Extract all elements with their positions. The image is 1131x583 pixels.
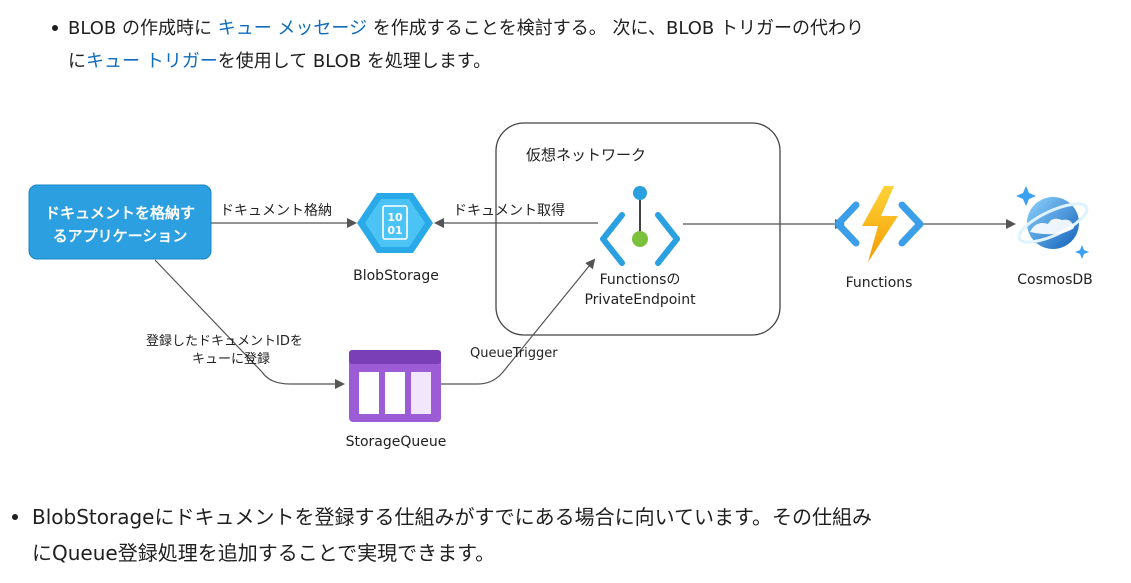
private-endpoint-icon [600,186,680,266]
cosmos-db-icon [1016,186,1089,259]
svg-text:10: 10 [387,211,403,224]
edge-register-label-1: 登録したドキュメントIDを [146,334,303,349]
edge-queue-trigger-label: QueueTrigger [470,346,558,361]
edge-store-label: ドキュメント格納 [220,203,332,219]
app-label-line2: るアプリケーション [53,227,188,245]
edge-fetch-label: ドキュメント取得 [453,202,565,219]
svg-text:01: 01 [387,224,402,237]
vnet-label: 仮想ネットワーク [526,146,646,164]
endpoint-label-line2: PrivateEndpoint [584,292,696,308]
storage-queue-icon [349,350,441,422]
azure-functions-icon [834,186,924,262]
endpoint-label-line1: Functionsの [600,272,681,288]
functions-label: Functions [846,275,913,291]
app-label-line1: ドキュメントを格納す [45,204,195,222]
blob-storage-label: BlobStorage [353,268,439,284]
architecture-diagram: 仮想ネットワーク ドキュメントを格納す るアプリケーション ドキュメント格納 ド… [28,122,1093,450]
storage-queue-label: StorageQueue [346,434,447,450]
edge-register-label-2: キューに登録 [192,352,270,367]
bottom-bullet-dot [12,514,18,520]
bottom-line-1: BlobStorageにドキュメントを登録する仕組みがすでにある場合に向いていま… [32,505,873,529]
app-box [28,184,212,260]
blob-storage-icon: 10 01 [357,193,433,253]
cosmos-label: CosmosDB [1017,272,1093,288]
bottom-bullet-text: BlobStorageにドキュメントを登録する仕組みがすでにある場合に向いていま… [32,499,1122,571]
edge-queue-trigger [440,258,596,385]
bottom-line-2: にQueue登録処理を追加することで実現できます。 [32,541,496,565]
